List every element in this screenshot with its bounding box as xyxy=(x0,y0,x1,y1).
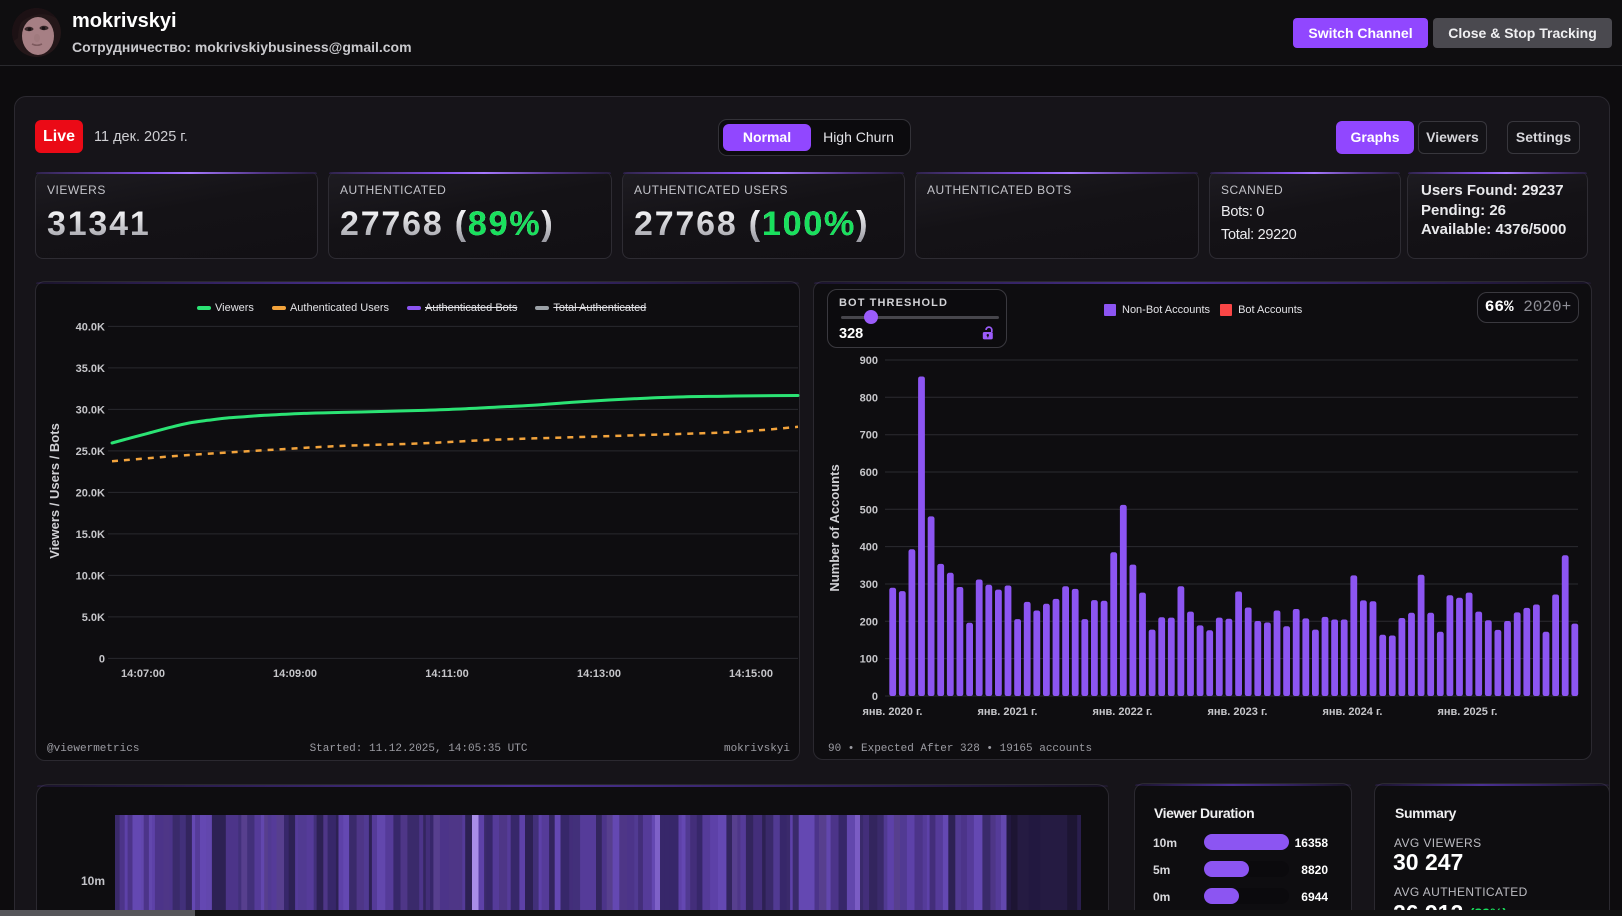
svg-text:0: 0 xyxy=(872,691,878,703)
svg-text:янв. 2020 г.: янв. 2020 г. xyxy=(862,706,922,718)
svg-text:30.0K: 30.0K xyxy=(76,404,105,416)
svg-text:100: 100 xyxy=(860,654,878,666)
svg-text:200: 200 xyxy=(860,616,878,628)
svg-text:400: 400 xyxy=(860,542,878,554)
svg-text:14:13:00: 14:13:00 xyxy=(577,668,621,680)
svg-text:300: 300 xyxy=(860,579,878,591)
svg-text:Viewers / Users / Bots: Viewers / Users / Bots xyxy=(47,423,62,559)
svg-text:0: 0 xyxy=(99,653,105,665)
svg-text:700: 700 xyxy=(860,430,878,442)
svg-text:14:11:00: 14:11:00 xyxy=(425,668,468,680)
svg-text:20.0K: 20.0K xyxy=(76,487,105,499)
svg-text:14:15:00: 14:15:00 xyxy=(729,668,773,680)
svg-text:5.0K: 5.0K xyxy=(82,612,105,624)
svg-text:янв. 2023 г.: янв. 2023 г. xyxy=(1207,706,1267,718)
svg-text:10.0K: 10.0K xyxy=(76,570,105,582)
svg-text:500: 500 xyxy=(860,504,878,516)
svg-text:14:09:00: 14:09:00 xyxy=(273,668,317,680)
svg-text:40.0K: 40.0K xyxy=(76,321,105,333)
svg-text:14:07:00: 14:07:00 xyxy=(121,668,165,680)
svg-text:Number of Accounts: Number of Accounts xyxy=(827,464,842,591)
svg-text:35.0K: 35.0K xyxy=(76,363,105,375)
svg-text:600: 600 xyxy=(860,467,878,479)
svg-text:25.0K: 25.0K xyxy=(76,446,105,458)
svg-text:900: 900 xyxy=(860,355,878,367)
svg-text:янв. 2024 г.: янв. 2024 г. xyxy=(1322,706,1382,718)
svg-text:янв. 2021 г.: янв. 2021 г. xyxy=(977,706,1037,718)
svg-text:янв. 2025 г.: янв. 2025 г. xyxy=(1437,706,1497,718)
svg-text:800: 800 xyxy=(860,392,878,404)
svg-text:янв. 2022 г.: янв. 2022 г. xyxy=(1092,706,1152,718)
svg-text:15.0K: 15.0K xyxy=(76,529,105,541)
